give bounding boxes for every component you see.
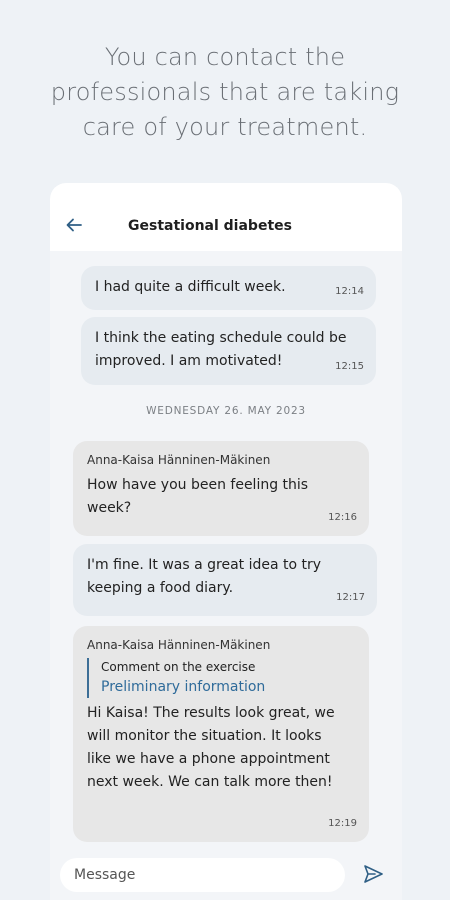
message-text: I think the eating schedule could be imp…: [95, 330, 347, 369]
message-text: I'm fine. It was a great idea to try kee…: [87, 557, 322, 596]
date-separator: WEDNESDAY 26. MAY 2023: [146, 405, 306, 417]
message-bubble-sent[interactable]: I'm fine. It was a great idea to try kee…: [73, 544, 377, 616]
message-time: 12:16: [328, 512, 357, 523]
headline-line-1: You can contact the: [104, 43, 346, 71]
message-time: 12:15: [335, 361, 364, 372]
back-arrow-icon[interactable]: [64, 215, 86, 237]
sender-name: Anna-Kaisa Hänninen-Mäkinen: [87, 453, 271, 467]
promo-headline: You can contact the professionals that a…: [0, 40, 450, 145]
message-text: How have you been feeling this week?: [87, 477, 309, 516]
message-time: 12:17: [336, 592, 365, 603]
chat-screen: Gestational diabetes I had quite a diffi…: [50, 183, 402, 900]
message-text: I had quite a difficult week.: [95, 279, 286, 295]
headline-line-2: professionals that are taking: [50, 78, 400, 106]
message-text: Hi Kaisa! The results look great, we wil…: [87, 705, 335, 790]
send-icon[interactable]: [362, 863, 386, 887]
message-bubble-sent[interactable]: I had quite a difficult week. 12:14: [81, 266, 376, 310]
message-time: 12:19: [328, 818, 357, 829]
quoted-reference[interactable]: Comment on the exercise Preliminary info…: [87, 658, 339, 698]
sender-name: Anna-Kaisa Hänninen-Mäkinen: [87, 638, 271, 652]
chat-title: Gestational diabetes: [128, 218, 292, 234]
headline-line-3: care of your treatment.: [82, 113, 368, 141]
message-bubble-received[interactable]: Anna-Kaisa Hänninen-Mäkinen Comment on t…: [73, 626, 369, 842]
chat-header: Gestational diabetes: [50, 183, 402, 251]
message-bubble-sent[interactable]: I think the eating schedule could be imp…: [81, 317, 376, 385]
quote-link[interactable]: Preliminary information: [101, 676, 339, 698]
quote-title: Comment on the exercise: [101, 660, 256, 674]
message-composer: [50, 849, 402, 900]
message-bubble-received[interactable]: Anna-Kaisa Hänninen-Mäkinen How have you…: [73, 441, 369, 536]
message-time: 12:14: [335, 286, 364, 297]
message-input[interactable]: [60, 858, 345, 892]
